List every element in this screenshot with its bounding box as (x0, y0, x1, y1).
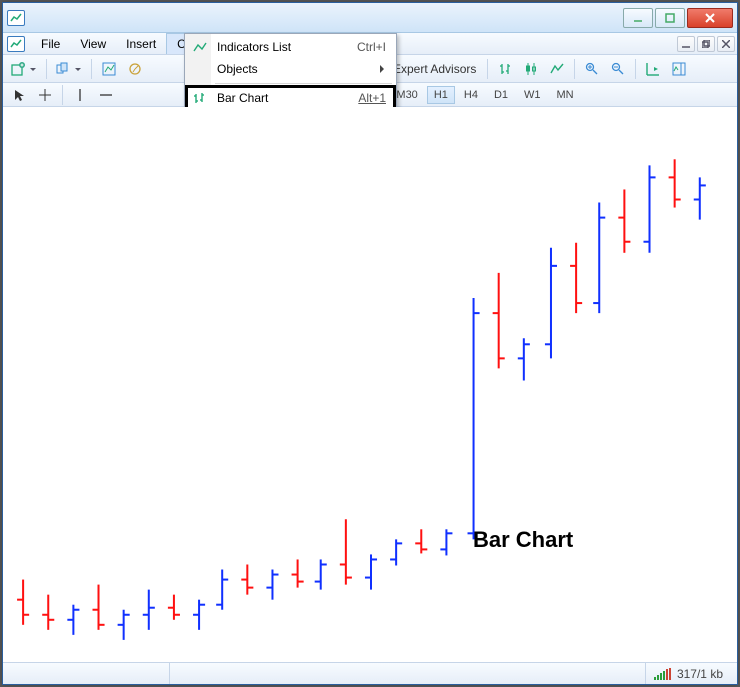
chart-area[interactable]: Bar Chart (3, 107, 737, 662)
profiles-button[interactable] (52, 58, 86, 80)
statusbar: 317/1 kb (3, 662, 737, 684)
bar-chart-icon (191, 90, 209, 106)
menu-bar-chart[interactable]: Bar Chart Alt+1 (187, 87, 394, 109)
menu-shortcut: Ctrl+I (357, 40, 386, 54)
menu-label: Indicators List (217, 40, 291, 54)
toolbar-zoom-in-button[interactable] (580, 58, 604, 80)
menubar: File View Insert Charts Tools Window Hel… (3, 33, 737, 55)
window-close-button[interactable] (687, 8, 733, 28)
market-watch-button[interactable] (97, 58, 121, 80)
app-menu-icon (7, 36, 25, 52)
menu-file[interactable]: File (31, 33, 70, 54)
app-window: File View Insert Charts Tools Window Hel… (2, 2, 738, 685)
new-chart-button[interactable] (7, 58, 41, 80)
menu-separator (215, 83, 392, 84)
cursor-tool-button[interactable] (7, 84, 31, 106)
toolbar-chart-shift-button[interactable] (667, 58, 691, 80)
crosshair-tool-button[interactable] (33, 84, 57, 106)
window-minimize-button[interactable] (623, 8, 653, 28)
menu-indicators-list[interactable]: Indicators List Ctrl+I (187, 36, 394, 58)
timeframe-w1-button[interactable]: W1 (517, 86, 548, 104)
mdi-restore-button[interactable] (697, 36, 715, 52)
connection-text: 317/1 kb (677, 667, 723, 681)
menu-label: Bar Chart (217, 91, 268, 105)
toolbar-bar-chart-button[interactable] (493, 58, 517, 80)
menu-label: Objects (217, 62, 258, 76)
window-maximize-button[interactable] (655, 8, 685, 28)
menu-insert[interactable]: Insert (116, 33, 166, 54)
mdi-minimize-button[interactable] (677, 36, 695, 52)
connection-status[interactable]: 317/1 kb (645, 663, 731, 684)
titlebar[interactable] (3, 3, 737, 33)
timeframe-d1-button[interactable]: D1 (487, 86, 515, 104)
connection-bars-icon (654, 668, 671, 680)
timeframe-mn-button[interactable]: MN (550, 86, 581, 104)
app-icon (7, 10, 25, 26)
expert-advisors-label[interactable]: Expert Advisors (387, 62, 482, 76)
horizontal-line-button[interactable] (94, 84, 118, 106)
price-chart (3, 107, 737, 662)
toolbar-auto-scroll-button[interactable] (641, 58, 665, 80)
menu-shortcut: Alt+1 (358, 91, 386, 105)
chart-annotation-label: Bar Chart (473, 527, 573, 553)
indicators-icon (191, 39, 209, 55)
mdi-close-button[interactable] (717, 36, 735, 52)
toolbar-line-chart-button[interactable] (545, 58, 569, 80)
vertical-line-button[interactable] (68, 84, 92, 106)
timeframe-h4-button[interactable]: H4 (457, 86, 485, 104)
toolbar-zoom-out-button[interactable] (606, 58, 630, 80)
timeframe-h1-button[interactable]: H1 (427, 86, 455, 104)
submenu-arrow-icon (380, 65, 388, 73)
menu-view[interactable]: View (70, 33, 116, 54)
toolbar-candlestick-button[interactable] (519, 58, 543, 80)
menu-objects[interactable]: Objects (187, 58, 394, 80)
navigator-button[interactable] (123, 58, 147, 80)
